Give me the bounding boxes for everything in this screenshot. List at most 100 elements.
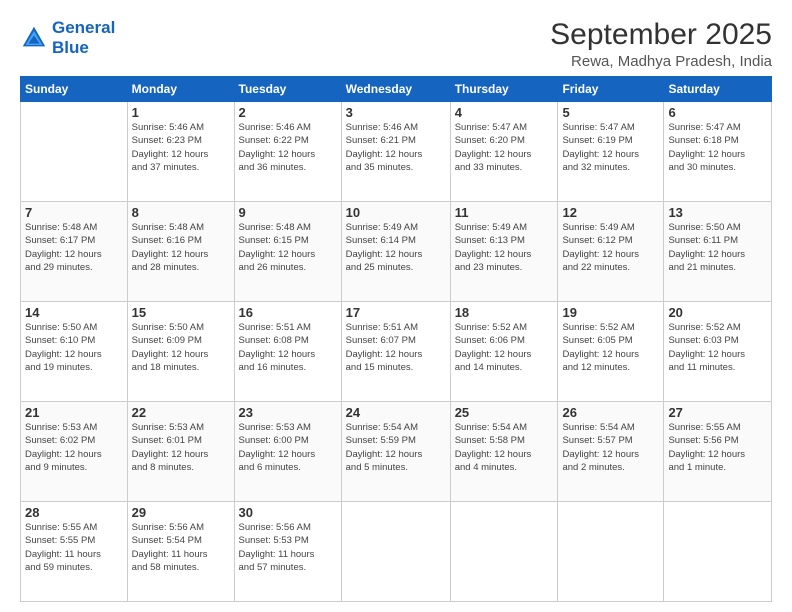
calendar-cell [450, 502, 558, 602]
day-info: Sunrise: 5:52 AM Sunset: 6:03 PM Dayligh… [668, 321, 767, 374]
day-number: 29 [132, 505, 230, 520]
day-info: Sunrise: 5:48 AM Sunset: 6:17 PM Dayligh… [25, 221, 123, 274]
logo-text: General Blue [52, 18, 115, 59]
calendar-cell: 26Sunrise: 5:54 AM Sunset: 5:57 PM Dayli… [558, 402, 664, 502]
calendar-cell: 14Sunrise: 5:50 AM Sunset: 6:10 PM Dayli… [21, 302, 128, 402]
calendar-cell: 7Sunrise: 5:48 AM Sunset: 6:17 PM Daylig… [21, 202, 128, 302]
day-info: Sunrise: 5:48 AM Sunset: 6:15 PM Dayligh… [239, 221, 337, 274]
day-info: Sunrise: 5:51 AM Sunset: 6:08 PM Dayligh… [239, 321, 337, 374]
calendar-week-row: 7Sunrise: 5:48 AM Sunset: 6:17 PM Daylig… [21, 202, 772, 302]
calendar-header-row: SundayMondayTuesdayWednesdayThursdayFrid… [21, 77, 772, 102]
day-info: Sunrise: 5:49 AM Sunset: 6:12 PM Dayligh… [562, 221, 659, 274]
day-number: 6 [668, 105, 767, 120]
calendar-header-thursday: Thursday [450, 77, 558, 102]
calendar-cell: 17Sunrise: 5:51 AM Sunset: 6:07 PM Dayli… [341, 302, 450, 402]
day-number: 19 [562, 305, 659, 320]
day-number: 23 [239, 405, 337, 420]
day-info: Sunrise: 5:46 AM Sunset: 6:21 PM Dayligh… [346, 121, 446, 174]
day-info: Sunrise: 5:51 AM Sunset: 6:07 PM Dayligh… [346, 321, 446, 374]
day-info: Sunrise: 5:50 AM Sunset: 6:09 PM Dayligh… [132, 321, 230, 374]
page-subtitle: Rewa, Madhya Pradesh, India [550, 53, 772, 70]
calendar-cell: 6Sunrise: 5:47 AM Sunset: 6:18 PM Daylig… [664, 102, 772, 202]
calendar-cell: 18Sunrise: 5:52 AM Sunset: 6:06 PM Dayli… [450, 302, 558, 402]
calendar-cell [558, 502, 664, 602]
calendar-cell: 13Sunrise: 5:50 AM Sunset: 6:11 PM Dayli… [664, 202, 772, 302]
calendar-week-row: 14Sunrise: 5:50 AM Sunset: 6:10 PM Dayli… [21, 302, 772, 402]
calendar-cell [664, 502, 772, 602]
calendar-cell: 2Sunrise: 5:46 AM Sunset: 6:22 PM Daylig… [234, 102, 341, 202]
day-info: Sunrise: 5:53 AM Sunset: 6:00 PM Dayligh… [239, 421, 337, 474]
calendar-cell: 8Sunrise: 5:48 AM Sunset: 6:16 PM Daylig… [127, 202, 234, 302]
page: General Blue September 2025 Rewa, Madhya… [0, 0, 792, 612]
title-block: September 2025 Rewa, Madhya Pradesh, Ind… [550, 18, 772, 70]
calendar-cell: 11Sunrise: 5:49 AM Sunset: 6:13 PM Dayli… [450, 202, 558, 302]
logo-icon [20, 24, 48, 52]
day-number: 27 [668, 405, 767, 420]
day-number: 15 [132, 305, 230, 320]
calendar-cell: 19Sunrise: 5:52 AM Sunset: 6:05 PM Dayli… [558, 302, 664, 402]
day-number: 20 [668, 305, 767, 320]
calendar-cell: 25Sunrise: 5:54 AM Sunset: 5:58 PM Dayli… [450, 402, 558, 502]
day-info: Sunrise: 5:52 AM Sunset: 6:05 PM Dayligh… [562, 321, 659, 374]
calendar-week-row: 1Sunrise: 5:46 AM Sunset: 6:23 PM Daylig… [21, 102, 772, 202]
day-info: Sunrise: 5:56 AM Sunset: 5:54 PM Dayligh… [132, 521, 230, 574]
day-number: 14 [25, 305, 123, 320]
calendar-cell: 27Sunrise: 5:55 AM Sunset: 5:56 PM Dayli… [664, 402, 772, 502]
calendar-cell: 21Sunrise: 5:53 AM Sunset: 6:02 PM Dayli… [21, 402, 128, 502]
calendar-cell: 28Sunrise: 5:55 AM Sunset: 5:55 PM Dayli… [21, 502, 128, 602]
day-number: 5 [562, 105, 659, 120]
day-number: 11 [455, 205, 554, 220]
calendar-header-monday: Monday [127, 77, 234, 102]
calendar-cell: 3Sunrise: 5:46 AM Sunset: 6:21 PM Daylig… [341, 102, 450, 202]
calendar-header-tuesday: Tuesday [234, 77, 341, 102]
calendar-cell [21, 102, 128, 202]
calendar-header-saturday: Saturday [664, 77, 772, 102]
day-number: 12 [562, 205, 659, 220]
logo-line1: General [52, 18, 115, 37]
calendar-header-friday: Friday [558, 77, 664, 102]
calendar-week-row: 21Sunrise: 5:53 AM Sunset: 6:02 PM Dayli… [21, 402, 772, 502]
day-info: Sunrise: 5:54 AM Sunset: 5:59 PM Dayligh… [346, 421, 446, 474]
calendar-cell: 5Sunrise: 5:47 AM Sunset: 6:19 PM Daylig… [558, 102, 664, 202]
day-number: 17 [346, 305, 446, 320]
logo-line2: Blue [52, 38, 89, 57]
day-info: Sunrise: 5:53 AM Sunset: 6:02 PM Dayligh… [25, 421, 123, 474]
day-number: 7 [25, 205, 123, 220]
calendar-cell: 20Sunrise: 5:52 AM Sunset: 6:03 PM Dayli… [664, 302, 772, 402]
calendar-cell: 4Sunrise: 5:47 AM Sunset: 6:20 PM Daylig… [450, 102, 558, 202]
calendar-cell: 1Sunrise: 5:46 AM Sunset: 6:23 PM Daylig… [127, 102, 234, 202]
day-number: 16 [239, 305, 337, 320]
calendar-cell: 10Sunrise: 5:49 AM Sunset: 6:14 PM Dayli… [341, 202, 450, 302]
day-number: 21 [25, 405, 123, 420]
day-number: 18 [455, 305, 554, 320]
calendar-cell: 9Sunrise: 5:48 AM Sunset: 6:15 PM Daylig… [234, 202, 341, 302]
day-number: 3 [346, 105, 446, 120]
day-info: Sunrise: 5:47 AM Sunset: 6:19 PM Dayligh… [562, 121, 659, 174]
day-info: Sunrise: 5:47 AM Sunset: 6:20 PM Dayligh… [455, 121, 554, 174]
logo: General Blue [20, 18, 115, 59]
calendar-table: SundayMondayTuesdayWednesdayThursdayFrid… [20, 76, 772, 602]
day-info: Sunrise: 5:46 AM Sunset: 6:23 PM Dayligh… [132, 121, 230, 174]
day-info: Sunrise: 5:55 AM Sunset: 5:55 PM Dayligh… [25, 521, 123, 574]
day-number: 10 [346, 205, 446, 220]
day-info: Sunrise: 5:49 AM Sunset: 6:13 PM Dayligh… [455, 221, 554, 274]
day-number: 2 [239, 105, 337, 120]
calendar-header-sunday: Sunday [21, 77, 128, 102]
page-title: September 2025 [550, 18, 772, 51]
day-info: Sunrise: 5:50 AM Sunset: 6:11 PM Dayligh… [668, 221, 767, 274]
day-number: 30 [239, 505, 337, 520]
day-number: 13 [668, 205, 767, 220]
calendar-cell: 24Sunrise: 5:54 AM Sunset: 5:59 PM Dayli… [341, 402, 450, 502]
day-number: 24 [346, 405, 446, 420]
day-number: 26 [562, 405, 659, 420]
calendar-week-row: 28Sunrise: 5:55 AM Sunset: 5:55 PM Dayli… [21, 502, 772, 602]
calendar-cell: 23Sunrise: 5:53 AM Sunset: 6:00 PM Dayli… [234, 402, 341, 502]
day-info: Sunrise: 5:54 AM Sunset: 5:57 PM Dayligh… [562, 421, 659, 474]
day-info: Sunrise: 5:46 AM Sunset: 6:22 PM Dayligh… [239, 121, 337, 174]
day-number: 4 [455, 105, 554, 120]
day-number: 28 [25, 505, 123, 520]
header: General Blue September 2025 Rewa, Madhya… [20, 18, 772, 70]
calendar-cell: 29Sunrise: 5:56 AM Sunset: 5:54 PM Dayli… [127, 502, 234, 602]
calendar-cell: 16Sunrise: 5:51 AM Sunset: 6:08 PM Dayli… [234, 302, 341, 402]
day-info: Sunrise: 5:56 AM Sunset: 5:53 PM Dayligh… [239, 521, 337, 574]
